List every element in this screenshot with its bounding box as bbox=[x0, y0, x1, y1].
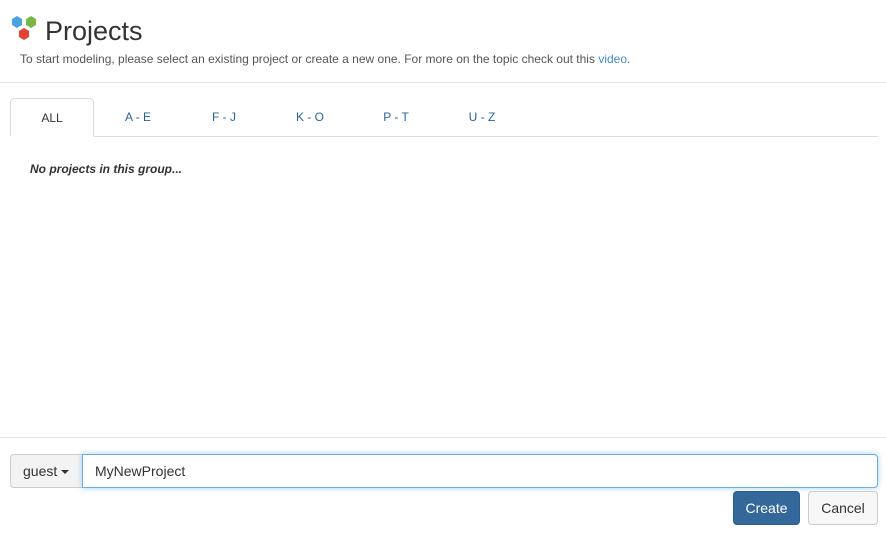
footer-divider bbox=[0, 437, 886, 438]
tab-u-z[interactable]: U - Z bbox=[452, 98, 512, 136]
hexagon-cluster-logo bbox=[12, 16, 36, 40]
cancel-button[interactable]: Cancel bbox=[808, 491, 878, 525]
video-link[interactable]: video bbox=[598, 52, 627, 66]
projects-dialog: Projects To start modeling, please selec… bbox=[0, 0, 886, 534]
project-name-input[interactable] bbox=[82, 454, 878, 488]
create-button[interactable]: Create bbox=[733, 491, 800, 525]
tab-f-j[interactable]: F - J bbox=[194, 98, 254, 136]
tab-all[interactable]: ALL bbox=[10, 98, 94, 137]
header: Projects To start modeling, please selec… bbox=[0, 0, 886, 83]
page-subtitle: To start modeling, please select an exis… bbox=[20, 52, 630, 66]
tab-k-o[interactable]: K - O bbox=[280, 98, 340, 136]
page-title: Projects bbox=[45, 16, 143, 46]
tab-a-e[interactable]: A - E bbox=[108, 98, 168, 136]
user-label: guest bbox=[23, 463, 58, 479]
empty-projects-message: No projects in this group... bbox=[30, 162, 183, 176]
subtitle-end: . bbox=[627, 52, 631, 66]
user-dropdown-button[interactable]: guest bbox=[10, 454, 82, 488]
subtitle-text: To start modeling, please select an exis… bbox=[20, 52, 599, 66]
tab-p-t[interactable]: P - T bbox=[366, 98, 426, 136]
group-tabs: ALL A - E F - J K - O P - T U - Z bbox=[10, 98, 878, 137]
caret-down-icon bbox=[61, 470, 70, 475]
